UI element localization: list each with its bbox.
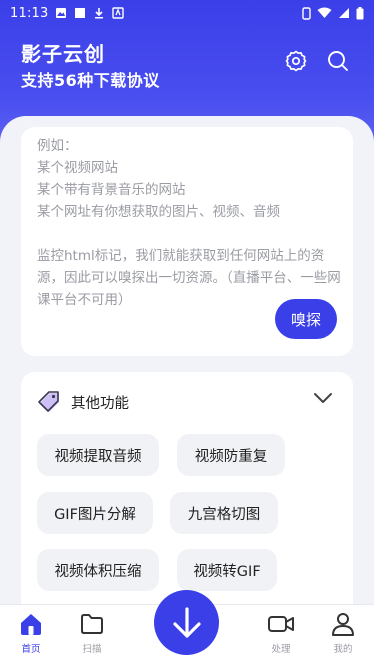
download-fab-button[interactable] — [154, 590, 219, 655]
function-chip-grid-cut[interactable]: 九宫格切图 — [170, 492, 278, 534]
nav-item-process[interactable]: 处理 — [256, 605, 306, 665]
function-chip-gif-split[interactable]: GIF图片分解 — [37, 492, 153, 534]
nav-item-home[interactable]: 首页 — [6, 605, 56, 665]
app-title: 影子云创 — [21, 42, 105, 66]
nav-label-process: 处理 — [271, 644, 291, 655]
url-input-card[interactable]: 例如： 某个视频网站 某个带有背景音乐的网站 某个网址有你想获取的图片、视频、音… — [21, 127, 353, 356]
app-notification-icon — [112, 7, 125, 19]
search-icon — [328, 51, 348, 71]
other-functions-card: 其他功能 视频提取音频 视频防重复 GIF图片分解 九宫格切图 视频体积压缩 视… — [21, 372, 353, 612]
nav-label-profile: 我的 — [333, 644, 353, 655]
status-time: 11:13 — [10, 5, 49, 21]
square-notification-icon — [75, 8, 86, 18]
wifi-icon — [317, 7, 332, 18]
settings-button[interactable] — [283, 48, 309, 74]
other-functions-title: 其他功能 — [71, 395, 129, 412]
url-input-placeholder[interactable]: 例如： 某个视频网站 某个带有背景音乐的网站 某个网址有你想获取的图片、视频、音… — [37, 135, 342, 311]
nav-item-scan[interactable]: 扫描 — [67, 605, 117, 665]
chevron-down-icon[interactable] — [313, 392, 333, 404]
sniff-button[interactable]: 嗅探 — [275, 299, 337, 339]
app-subtitle: 支持56种下载协议 — [21, 71, 160, 90]
nav-label-scan: 扫描 — [82, 644, 102, 655]
battery-icon — [356, 6, 364, 19]
function-chip-video-dedupe[interactable]: 视频防重复 — [177, 434, 285, 476]
nav-item-profile[interactable]: 我的 — [318, 605, 368, 665]
tag-icon — [38, 391, 59, 412]
image-notification-icon — [56, 8, 67, 18]
search-button[interactable] — [325, 48, 351, 74]
function-chip-extract-audio[interactable]: 视频提取音频 — [37, 434, 159, 476]
download-arrow-icon — [172, 606, 201, 638]
other-functions-header[interactable]: 其他功能 — [37, 390, 129, 414]
signal-icon — [339, 8, 349, 18]
video-camera-icon — [268, 616, 294, 632]
user-icon — [332, 613, 354, 636]
vibrate-icon — [302, 6, 311, 20]
nav-label-home: 首页 — [21, 644, 41, 655]
download-notification-icon — [95, 8, 104, 19]
gear-icon — [285, 50, 307, 72]
home-icon — [21, 614, 41, 635]
function-chip-video-to-gif[interactable]: 视频转GIF — [177, 549, 277, 591]
status-bar: 11:13 — [0, 0, 374, 26]
folder-icon — [81, 614, 103, 634]
function-chip-video-compress[interactable]: 视频体积压缩 — [37, 549, 159, 591]
